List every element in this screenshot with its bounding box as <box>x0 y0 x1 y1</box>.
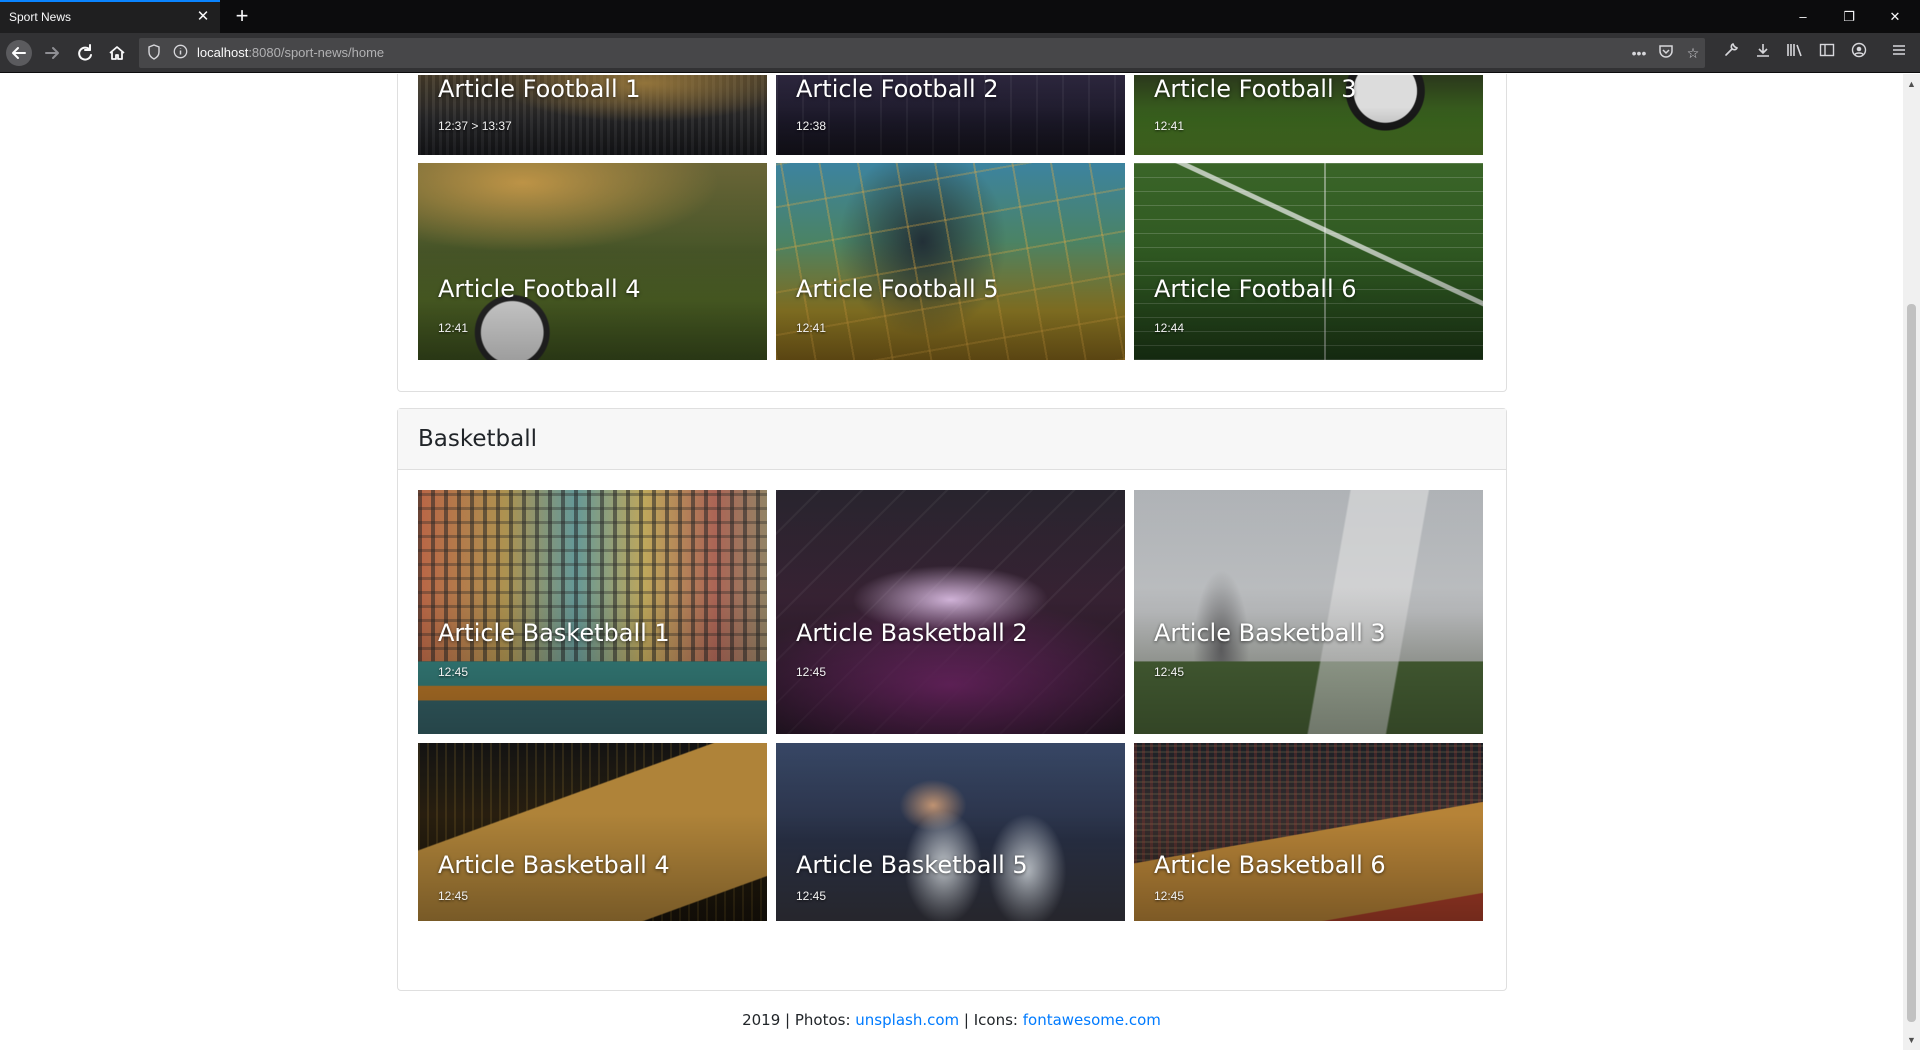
url-host: localhost <box>197 45 249 60</box>
scroll-down-arrow-icon[interactable]: ▼ <box>1903 1034 1920 1046</box>
article-time: 12:45 <box>796 665 827 679</box>
info-icon[interactable] <box>171 44 189 62</box>
article-card-football-2[interactable]: Article Football 2 12:38 <box>776 75 1125 155</box>
article-time: 12:41 <box>438 321 469 335</box>
basketball-card: Basketball Article Basketball 1 12:45 Ar… <box>397 408 1507 991</box>
article-time: 12:45 <box>1154 665 1185 679</box>
restore-button[interactable]: ❐ <box>1826 0 1872 33</box>
article-time: 12:45 <box>1154 889 1185 903</box>
unsplash-link[interactable]: unsplash.com <box>855 1011 959 1029</box>
home-button[interactable] <box>104 40 130 66</box>
article-card-football-1[interactable]: Article Football 1 12:37 > 13:37 <box>418 75 767 155</box>
article-time: 12:45 <box>796 889 827 903</box>
football-card: Article Football 1 12:37 > 13:37 Article… <box>397 74 1507 392</box>
article-card-basketball-6[interactable]: Article Basketball 6 12:45 <box>1134 743 1483 921</box>
tab-bar: Sport News ✕ + – ❐ ✕ <box>0 0 1920 33</box>
section-header: Basketball <box>398 409 1506 470</box>
browser-tab[interactable]: Sport News ✕ <box>0 0 220 33</box>
article-card-basketball-4[interactable]: Article Basketball 4 12:45 <box>418 743 767 921</box>
article-card-basketball-5[interactable]: Article Basketball 5 12:45 <box>776 743 1125 921</box>
page-footer: 2019 | Photos: unsplash.com | Icons: fon… <box>0 1011 1903 1029</box>
new-tab-button[interactable]: + <box>231 4 253 28</box>
article-card-basketball-3[interactable]: Article Basketball 3 12:45 <box>1134 490 1483 734</box>
article-title[interactable]: Article Football 1 <box>438 75 641 103</box>
account-icon[interactable] <box>1848 42 1870 64</box>
article-card-football-4[interactable]: Article Football 4 12:41 <box>418 163 767 360</box>
article-time: 12:38 <box>796 119 827 133</box>
page-actions-icon[interactable]: ••• <box>1629 44 1649 62</box>
close-tab-icon[interactable]: ✕ <box>194 8 212 26</box>
article-title[interactable]: Article Basketball 2 <box>796 619 1028 647</box>
minimize-button[interactable]: – <box>1780 0 1826 33</box>
tab-title: Sport News <box>9 10 72 24</box>
reload-button[interactable] <box>72 40 98 66</box>
footer-prefix: 2019 | Photos: <box>742 1011 856 1029</box>
arrow-right-icon <box>45 47 59 59</box>
page-viewport: Article Football 1 12:37 > 13:37 Article… <box>0 74 1903 1050</box>
article-title[interactable]: Article Football 4 <box>438 275 641 303</box>
article-title[interactable]: Article Basketball 3 <box>1154 619 1386 647</box>
pocket-icon[interactable] <box>1656 44 1676 62</box>
download-icon[interactable] <box>1752 42 1774 64</box>
shield-icon[interactable] <box>145 44 163 62</box>
scroll-up-arrow-icon[interactable]: ▲ <box>1903 78 1920 90</box>
article-card-football-6[interactable]: Article Football 6 12:44 <box>1134 163 1483 360</box>
library-icon[interactable] <box>1784 42 1806 64</box>
article-title[interactable]: Article Football 6 <box>1154 275 1357 303</box>
article-card-football-3[interactable]: Article Football 3 12:41 <box>1134 75 1483 155</box>
article-time: 12:37 > 13:37 <box>438 119 512 133</box>
article-time: 12:44 <box>1154 321 1185 335</box>
url-text[interactable]: localhost:8080/sport-news/home <box>197 45 384 60</box>
fontawesome-link[interactable]: fontawesome.com <box>1023 1011 1161 1029</box>
reload-icon <box>78 44 92 61</box>
url-path: :8080/sport-news/home <box>248 45 385 60</box>
article-time: 12:45 <box>438 665 469 679</box>
forward-button[interactable] <box>39 40 65 66</box>
article-card-football-5[interactable]: Article Football 5 12:41 <box>776 163 1125 360</box>
navigation-toolbar: localhost:8080/sport-news/home ••• ☆ <box>0 33 1920 73</box>
article-title[interactable]: Article Football 5 <box>796 275 999 303</box>
home-icon <box>109 46 125 60</box>
close-window-button[interactable]: ✕ <box>1872 0 1918 33</box>
article-card-basketball-1[interactable]: Article Basketball 1 12:45 <box>418 490 767 734</box>
menu-icon[interactable] <box>1888 42 1910 64</box>
vertical-scrollbar[interactable]: ▲ ▼ <box>1903 74 1920 1050</box>
article-title[interactable]: Article Basketball 6 <box>1154 851 1386 879</box>
wrench-icon[interactable] <box>1720 42 1742 64</box>
article-time: 12:41 <box>796 321 827 335</box>
article-title[interactable]: Article Basketball 5 <box>796 851 1028 879</box>
article-title[interactable]: Article Football 2 <box>796 75 999 103</box>
footer-separator: | Icons: <box>959 1011 1023 1029</box>
bookmark-star-icon[interactable]: ☆ <box>1683 44 1703 62</box>
scroll-thumb[interactable] <box>1907 304 1916 1022</box>
url-bar[interactable]: localhost:8080/sport-news/home ••• ☆ <box>139 38 1705 68</box>
article-title[interactable]: Article Basketball 4 <box>438 851 670 879</box>
article-time: 12:45 <box>438 889 469 903</box>
arrow-left-icon <box>12 47 26 59</box>
sidebar-icon[interactable] <box>1816 42 1838 64</box>
article-title[interactable]: Article Football 3 <box>1154 75 1357 103</box>
article-title[interactable]: Article Basketball 1 <box>438 619 670 647</box>
article-card-basketball-2[interactable]: Article Basketball 2 12:45 <box>776 490 1125 734</box>
article-time: 12:41 <box>1154 119 1185 133</box>
back-button[interactable] <box>6 40 32 66</box>
